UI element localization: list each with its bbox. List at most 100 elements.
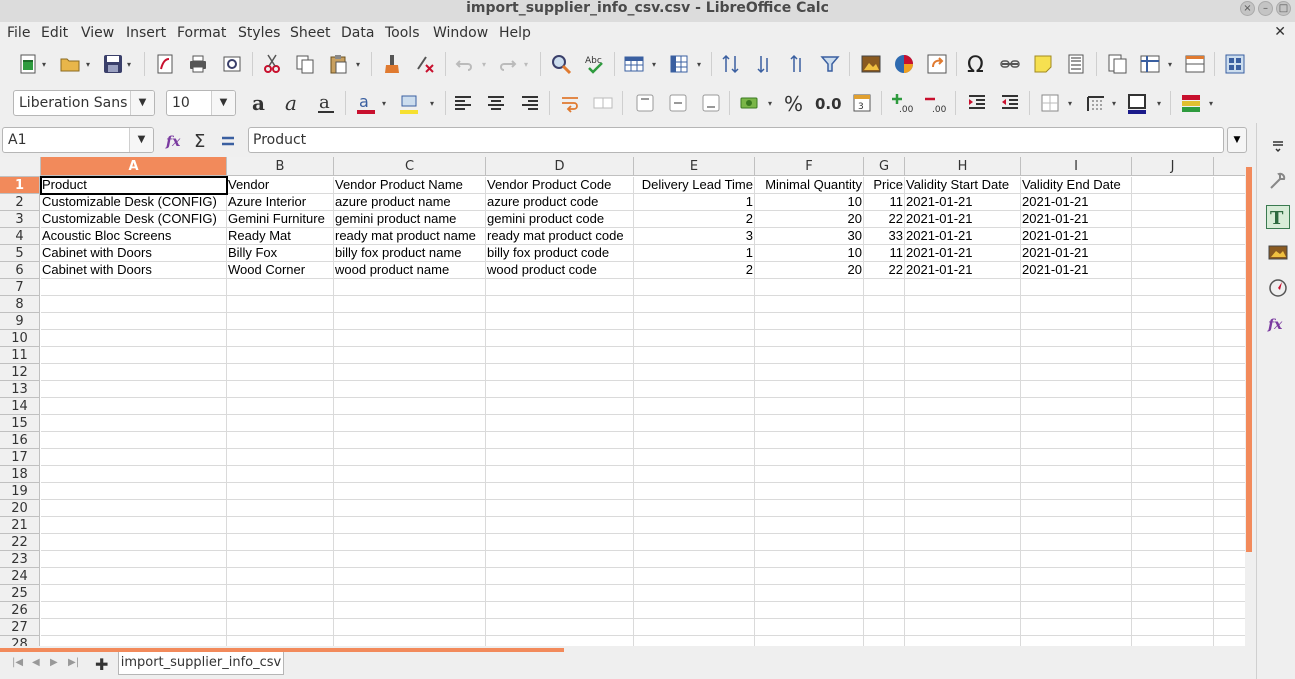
sort-descending-icon[interactable] bbox=[784, 51, 810, 77]
table-cell[interactable] bbox=[1214, 568, 1245, 585]
align-top-icon[interactable] bbox=[632, 90, 658, 116]
table-cell[interactable] bbox=[905, 364, 1021, 381]
table-cell[interactable] bbox=[905, 398, 1021, 415]
function-wizard-icon[interactable]: fx bbox=[165, 131, 187, 151]
header-footer-icon[interactable] bbox=[1063, 51, 1089, 77]
table-cell[interactable] bbox=[905, 449, 1021, 466]
table-cell[interactable]: 2 bbox=[634, 211, 755, 228]
hyperlink-icon[interactable] bbox=[997, 51, 1023, 77]
table-cell[interactable] bbox=[1021, 432, 1132, 449]
center-vertically-icon[interactable] bbox=[665, 90, 691, 116]
add-decimal-place-icon[interactable]: .00 bbox=[889, 90, 915, 116]
sort-icon[interactable] bbox=[718, 51, 744, 77]
table-cell[interactable] bbox=[1132, 636, 1214, 646]
align-bottom-icon[interactable] bbox=[698, 90, 724, 116]
table-cell[interactable] bbox=[1214, 262, 1245, 279]
table-cell[interactable] bbox=[227, 568, 334, 585]
table-cell[interactable]: 11 bbox=[864, 194, 905, 211]
table-cell[interactable] bbox=[634, 517, 755, 534]
spelling-icon[interactable]: Abc bbox=[581, 51, 607, 77]
row-header[interactable]: 3 bbox=[0, 211, 40, 228]
table-cell[interactable] bbox=[1132, 534, 1214, 551]
row-header[interactable]: 24 bbox=[0, 568, 40, 585]
table-cell[interactable] bbox=[227, 432, 334, 449]
open-dropdown-icon[interactable]: ▾ bbox=[86, 60, 90, 69]
table-cell[interactable] bbox=[1021, 330, 1132, 347]
table-cell[interactable] bbox=[227, 449, 334, 466]
table-cell[interactable] bbox=[1214, 347, 1245, 364]
table-cell[interactable]: 2021-01-21 bbox=[905, 245, 1021, 262]
table-cell[interactable] bbox=[905, 347, 1021, 364]
vertical-scroll-thumb[interactable] bbox=[1246, 167, 1252, 552]
freeze-rows-columns-icon[interactable] bbox=[1137, 51, 1163, 77]
table-cell[interactable] bbox=[486, 568, 634, 585]
table-cell[interactable]: Cabinet with Doors bbox=[41, 262, 227, 279]
wrap-text-icon[interactable] bbox=[557, 90, 583, 116]
chevron-down-icon[interactable]: ▼ bbox=[130, 91, 154, 115]
row-header[interactable]: 16 bbox=[0, 432, 40, 449]
table-cell[interactable] bbox=[634, 347, 755, 364]
delete-decimal-place-icon[interactable]: .00 bbox=[922, 90, 948, 116]
table-cell[interactable] bbox=[755, 330, 864, 347]
row-header[interactable]: 17 bbox=[0, 449, 40, 466]
insert-image-icon[interactable] bbox=[858, 51, 884, 77]
table-cell[interactable] bbox=[1021, 381, 1132, 398]
header-cell[interactable]: Vendor Product Code bbox=[486, 177, 634, 194]
menu-edit[interactable]: Edit bbox=[41, 25, 68, 42]
table-cell[interactable]: ready mat product name bbox=[334, 228, 486, 245]
row-header[interactable]: 8 bbox=[0, 296, 40, 313]
sort-ascending-icon[interactable] bbox=[751, 51, 777, 77]
table-cell[interactable] bbox=[1132, 432, 1214, 449]
table-cell[interactable]: billy fox product name bbox=[334, 245, 486, 262]
number-format-button[interactable]: 0.0 bbox=[815, 95, 842, 113]
row-header[interactable]: 22 bbox=[0, 534, 40, 551]
paste-icon[interactable] bbox=[325, 51, 351, 77]
font-color-dropdown-icon[interactable]: ▾ bbox=[382, 99, 386, 108]
gallery-icon[interactable] bbox=[1266, 240, 1290, 264]
table-cell[interactable] bbox=[905, 381, 1021, 398]
table-cell[interactable]: 2021-01-21 bbox=[1021, 194, 1132, 211]
table-cell[interactable] bbox=[41, 313, 227, 330]
table-cell[interactable] bbox=[334, 534, 486, 551]
table-cell[interactable] bbox=[905, 466, 1021, 483]
sheet-tab[interactable]: import_supplier_info_csv bbox=[118, 652, 284, 675]
table-cell[interactable] bbox=[1021, 483, 1132, 500]
table-cell[interactable] bbox=[634, 585, 755, 602]
table-cell[interactable] bbox=[1214, 602, 1245, 619]
table-cell[interactable] bbox=[334, 619, 486, 636]
table-cell[interactable] bbox=[634, 364, 755, 381]
table-cell[interactable]: 2021-01-21 bbox=[905, 228, 1021, 245]
header-cell[interactable]: Vendor bbox=[227, 177, 334, 194]
select-all-corner[interactable] bbox=[0, 157, 41, 177]
table-cell[interactable] bbox=[334, 636, 486, 646]
table-cell[interactable] bbox=[1132, 483, 1214, 500]
row-header[interactable]: 11 bbox=[0, 347, 40, 364]
table-cell[interactable] bbox=[1021, 296, 1132, 313]
table-cell[interactable] bbox=[864, 602, 905, 619]
close-window-button[interactable]: × bbox=[1240, 1, 1255, 16]
table-cell[interactable]: Billy Fox bbox=[227, 245, 334, 262]
table-cell[interactable] bbox=[1214, 415, 1245, 432]
autofilter-icon[interactable] bbox=[817, 51, 843, 77]
row-header[interactable]: 18 bbox=[0, 466, 40, 483]
column-header-d[interactable]: D bbox=[486, 157, 634, 176]
table-cell[interactable] bbox=[334, 500, 486, 517]
table-cell[interactable] bbox=[905, 279, 1021, 296]
table-cell[interactable]: 3 bbox=[634, 228, 755, 245]
table-cell[interactable] bbox=[905, 483, 1021, 500]
decrease-indent-icon[interactable] bbox=[997, 90, 1023, 116]
table-cell[interactable] bbox=[486, 313, 634, 330]
table-cell[interactable] bbox=[41, 534, 227, 551]
insert-chart-icon[interactable] bbox=[891, 51, 917, 77]
menu-sheet[interactable]: Sheet bbox=[290, 25, 330, 42]
table-cell[interactable]: 22 bbox=[864, 211, 905, 228]
redo-dropdown-icon[interactable]: ▾ bbox=[524, 60, 528, 69]
row-header[interactable]: 27 bbox=[0, 619, 40, 636]
header-cell[interactable]: Vendor Product Name bbox=[334, 177, 486, 194]
split-window-icon[interactable] bbox=[1182, 51, 1208, 77]
table-cell[interactable] bbox=[1132, 211, 1214, 228]
table-cell[interactable] bbox=[1132, 262, 1214, 279]
vertical-scrollbar[interactable] bbox=[1245, 157, 1255, 646]
table-cell[interactable] bbox=[905, 568, 1021, 585]
table-cell[interactable]: Gemini Furniture bbox=[227, 211, 334, 228]
